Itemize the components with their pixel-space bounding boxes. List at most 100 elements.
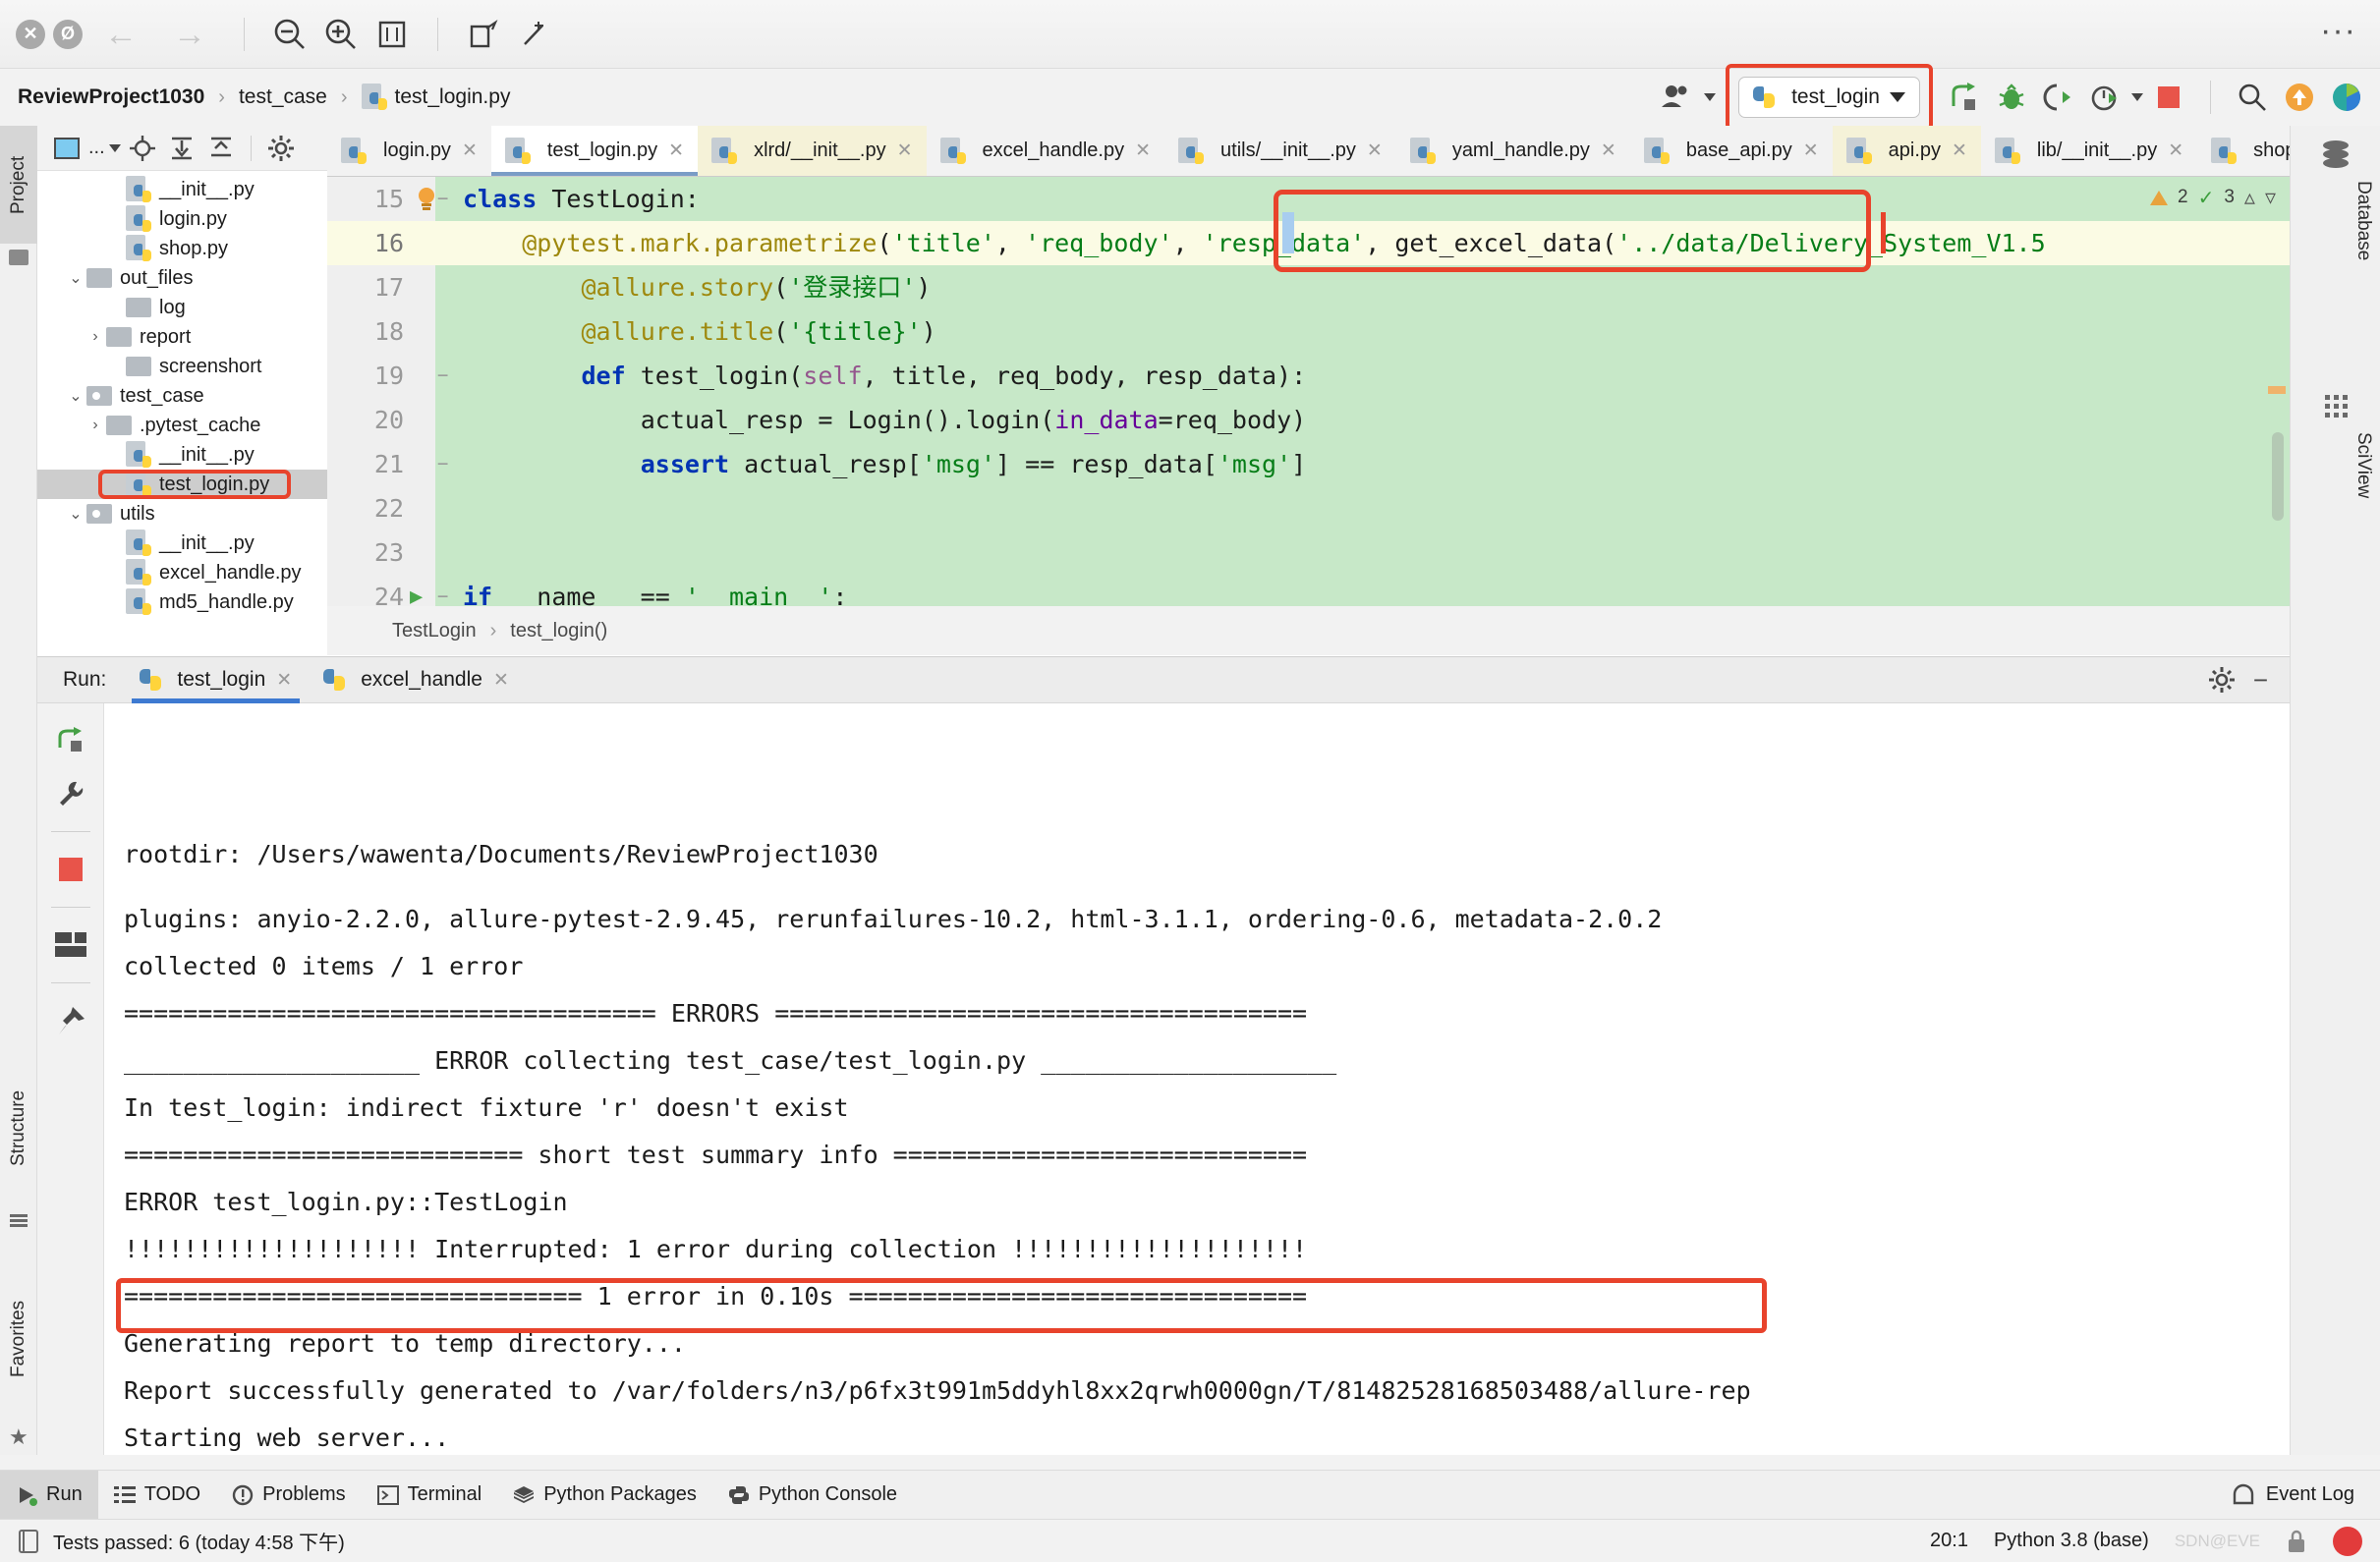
debug-icon[interactable] [1990, 76, 2033, 119]
profiler-dropdown-caret[interactable] [2131, 93, 2143, 101]
bottom-tab-terminal[interactable]: Terminal [362, 1471, 498, 1520]
editor-tab[interactable]: base_api.py ✕ [1629, 126, 1833, 176]
tree-item[interactable]: login.py [37, 204, 327, 234]
close-icon[interactable]: ✕ [1952, 139, 1967, 162]
breadcrumb-project[interactable]: ReviewProject1030 [18, 85, 204, 109]
close-icon[interactable]: ✕ [1367, 139, 1383, 162]
sidebar-item-sciview[interactable]: SciView [2352, 432, 2374, 498]
profile-dropdown-caret[interactable] [1704, 93, 1717, 101]
breadcrumb-folder[interactable]: test_case [239, 85, 327, 109]
tree-item[interactable]: › .pytest_cache [37, 411, 327, 440]
editor-tab[interactable]: xlrd/__init__.py ✕ [698, 126, 927, 176]
sciview-icon[interactable] [2325, 76, 2368, 119]
profile-icon[interactable] [1657, 76, 1700, 119]
sidebar-item-database[interactable]: Database [2352, 181, 2374, 260]
fold-marker-icon[interactable]: − [437, 442, 448, 486]
run-button[interactable] [1943, 76, 1986, 119]
lock-icon[interactable] [2286, 1529, 2307, 1554]
chevron-down-icon[interactable]: ⌄ [65, 504, 86, 524]
export-icon[interactable] [462, 13, 505, 56]
sidebar-item-favorites[interactable]: Favorites [0, 1255, 37, 1423]
settings-gear-icon[interactable] [263, 131, 299, 166]
close-icon[interactable]: ✕ [897, 139, 913, 162]
inspection-widget[interactable]: 2 ✓ 3 ▵ ▿ [2149, 185, 2276, 210]
project-view-label[interactable]: ... [88, 137, 105, 159]
editor-tab[interactable]: utils/__init__.py ✕ [1164, 126, 1396, 176]
bottom-tab-python-console[interactable]: Python Console [712, 1471, 913, 1520]
more-options-button[interactable]: ··· [2320, 12, 2356, 50]
bottom-tab-todo[interactable]: TODO [98, 1471, 216, 1520]
sidebar-item-structure[interactable]: Structure [0, 1049, 37, 1206]
close-icon[interactable]: ✕ [2168, 139, 2183, 162]
editor-tab[interactable]: api.py ✕ [1832, 126, 1981, 176]
wrench-icon[interactable] [47, 770, 94, 817]
chevron-down-icon[interactable]: ⌄ [65, 386, 86, 406]
run-tab-test-login[interactable]: test_login ✕ [124, 656, 308, 703]
search-icon[interactable] [2231, 76, 2274, 119]
tree-item[interactable]: __init__.py [37, 175, 327, 204]
editor-tab[interactable]: yaml_handle.py ✕ [1395, 126, 1630, 176]
tree-item[interactable]: › report [37, 322, 327, 352]
chevron-right-icon[interactable]: › [85, 328, 106, 346]
close-circle-icon[interactable]: ✕ [16, 19, 45, 49]
close-icon[interactable]: ✕ [1601, 139, 1616, 162]
breadcrumb-file[interactable]: test_login.py [395, 85, 511, 109]
tree-item[interactable]: excel_handle.py [37, 558, 327, 587]
fold-marker-icon[interactable]: − [437, 354, 448, 398]
tree-item[interactable]: screenshort [37, 352, 327, 381]
run-configuration-selector[interactable]: test_login [1738, 77, 1920, 118]
editor-tab[interactable]: lib/__init__.py ✕ [1980, 126, 2198, 176]
sidebar-item-project[interactable]: Project [0, 126, 37, 244]
settings-gear-icon-run[interactable] [2208, 666, 2236, 694]
project-view-icon[interactable] [49, 131, 85, 166]
tree-item[interactable]: ⌄ utils [37, 499, 327, 529]
collapse-all-icon[interactable] [203, 131, 239, 166]
interpreter-selector[interactable]: Python 3.8 (base) [1994, 1530, 2149, 1552]
magic-wand-icon[interactable] [513, 13, 556, 56]
profiler-icon[interactable] [2084, 76, 2127, 119]
fold-marker-icon[interactable]: − [437, 575, 448, 606]
editor-tab[interactable]: test_login.py ✕ [490, 126, 699, 176]
layout-icon[interactable] [370, 13, 414, 56]
close-icon[interactable]: ✕ [1135, 139, 1151, 162]
chevron-down-icon-editor[interactable]: ▿ [2265, 185, 2276, 210]
layout-toggle-icon[interactable] [47, 921, 94, 969]
forward-arrow-icon[interactable]: → [159, 18, 220, 51]
event-log-button[interactable]: Event Log [2231, 1482, 2380, 1508]
update-icon[interactable] [2278, 76, 2321, 119]
chevron-down-icon[interactable]: ⌄ [65, 268, 86, 288]
editor-tab[interactable]: excel_handle.py ✕ [926, 126, 1165, 176]
close-icon[interactable]: ✕ [462, 139, 478, 162]
bottom-tab-python-packages[interactable]: Python Packages [497, 1471, 712, 1520]
chevron-up-icon[interactable]: ▵ [2244, 185, 2255, 210]
intention-bulb-icon[interactable] [416, 187, 437, 210]
editor-scrollbar[interactable] [2272, 432, 2284, 521]
chevron-down-icon[interactable] [1890, 92, 1905, 102]
close-icon-run-tab-1[interactable]: ✕ [276, 669, 292, 692]
pin-icon[interactable] [47, 997, 94, 1044]
run-gutter-icon[interactable]: ▶ [410, 575, 423, 606]
editor-breadcrumb-method[interactable]: test_login() [510, 620, 607, 642]
fold-marker-icon[interactable]: − [437, 177, 448, 221]
editor-tab[interactable]: shop.py✕ [2197, 126, 2290, 176]
bottom-tab-problems[interactable]: Problems [216, 1471, 361, 1520]
stop-icon[interactable] [2147, 76, 2190, 119]
tree-item[interactable]: __init__.py [37, 529, 327, 558]
tree-item[interactable]: shop.py [37, 234, 327, 263]
tree-item[interactable]: ⌄ out_files [37, 263, 327, 293]
caret-position[interactable]: 20:1 [1930, 1530, 1968, 1552]
close-icon[interactable]: ✕ [1803, 139, 1819, 162]
run-coverage-icon[interactable] [2037, 76, 2080, 119]
tree-item[interactable]: md5_handle.py [37, 587, 327, 617]
console-output[interactable]: rootdir: /Users/wawenta/Documents/Review… [104, 703, 2290, 1455]
tree-item[interactable]: __init__.py [37, 440, 327, 470]
editor-tab[interactable]: login.py ✕ [327, 126, 491, 176]
tree-item[interactable]: ⌄ test_case [37, 381, 327, 411]
expand-all-icon[interactable] [164, 131, 199, 166]
minimize-icon[interactable]: − [2253, 665, 2268, 696]
back-arrow-icon[interactable]: ← [90, 18, 151, 51]
tree-item[interactable]: log [37, 293, 327, 322]
locate-icon[interactable] [125, 131, 160, 166]
tree-item[interactable]: test_login.py [37, 470, 327, 499]
zoom-out-icon[interactable] [268, 13, 312, 56]
